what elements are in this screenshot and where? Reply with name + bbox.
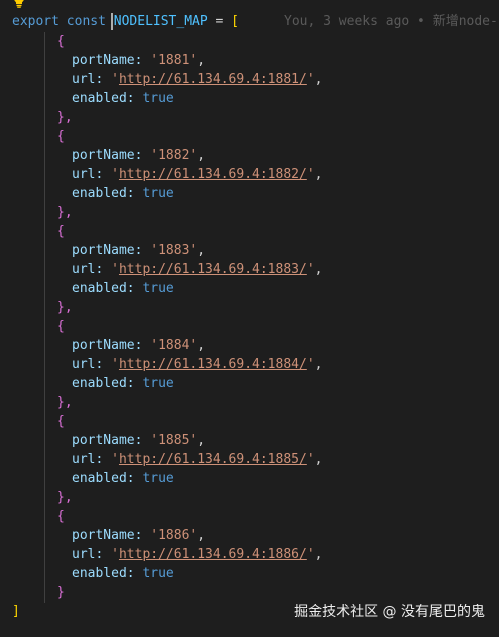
url-link[interactable]: http://61.134.69.4:1883/ bbox=[119, 262, 307, 277]
open-brace: { bbox=[57, 319, 65, 334]
enabled-line: enabled: true bbox=[72, 184, 174, 203]
url-line: url: 'http://61.134.69.4:1883/', bbox=[72, 262, 323, 277]
port-value: '1886' bbox=[150, 528, 198, 543]
url-link[interactable]: http://61.134.69.4:1881/ bbox=[119, 72, 307, 87]
port-line: portName: '1885', bbox=[72, 433, 206, 448]
enabled-key: enabled: bbox=[72, 91, 135, 106]
url-line: url: 'http://61.134.69.4:1882/', bbox=[72, 167, 323, 182]
enabled-line: enabled: true bbox=[72, 89, 174, 108]
enabled-key: enabled: bbox=[72, 281, 135, 296]
keyword-const: const bbox=[66, 14, 106, 29]
port-line: portName: '1886', bbox=[72, 528, 206, 543]
url-line: url: 'http://61.134.69.4:1885/', bbox=[72, 452, 323, 467]
close-brace: }, bbox=[57, 110, 73, 125]
url-key: url: bbox=[72, 167, 104, 182]
url-key: url: bbox=[72, 452, 104, 467]
code-line-declaration: export const NODELIST_MAP = [ bbox=[12, 12, 239, 31]
enabled-value: true bbox=[142, 186, 174, 201]
enabled-line: enabled: true bbox=[72, 564, 174, 583]
port-value: '1882' bbox=[150, 148, 198, 163]
port-key: portName: bbox=[72, 338, 143, 353]
open-bracket: [ bbox=[231, 14, 239, 29]
equals-operator: = bbox=[215, 14, 224, 29]
url-link[interactable]: http://61.134.69.4:1886/ bbox=[119, 547, 307, 562]
enabled-line: enabled: true bbox=[72, 374, 174, 393]
enabled-line: enabled: true bbox=[72, 469, 174, 488]
port-line: portName: '1884', bbox=[72, 338, 206, 353]
open-brace: { bbox=[57, 509, 65, 524]
watermark: 掘金技术社区 @ 没有尾巴的鬼 bbox=[294, 604, 485, 620]
port-key: portName: bbox=[72, 528, 143, 543]
enabled-key: enabled: bbox=[72, 376, 135, 391]
open-brace: { bbox=[57, 34, 65, 49]
close-brace: }, bbox=[57, 205, 73, 220]
close-brace: }, bbox=[57, 300, 73, 315]
lightbulb-icon[interactable] bbox=[13, 0, 25, 8]
port-line: portName: '1881', bbox=[72, 53, 206, 68]
identifier-nodelist-map: NODELIST_MAP bbox=[113, 14, 208, 29]
port-key: portName: bbox=[72, 433, 143, 448]
enabled-key: enabled: bbox=[72, 186, 135, 201]
enabled-value: true bbox=[142, 91, 174, 106]
url-key: url: bbox=[72, 547, 104, 562]
port-line: portName: '1883', bbox=[72, 243, 206, 258]
port-value: '1884' bbox=[150, 338, 198, 353]
keyword-export: export bbox=[12, 14, 59, 29]
port-key: portName: bbox=[72, 148, 143, 163]
open-brace: { bbox=[57, 414, 65, 429]
url-key: url: bbox=[72, 262, 104, 277]
enabled-value: true bbox=[142, 566, 174, 581]
enabled-value: true bbox=[142, 281, 174, 296]
url-key: url: bbox=[72, 72, 104, 87]
port-value: '1881' bbox=[150, 53, 198, 68]
url-line: url: 'http://61.134.69.4:1884/', bbox=[72, 357, 323, 372]
port-key: portName: bbox=[72, 53, 143, 68]
enabled-key: enabled: bbox=[72, 471, 135, 486]
enabled-key: enabled: bbox=[72, 566, 135, 581]
close-brace: }, bbox=[57, 395, 73, 410]
url-line: url: 'http://61.134.69.4:1886/', bbox=[72, 547, 323, 562]
url-line: url: 'http://61.134.69.4:1881/', bbox=[72, 72, 323, 87]
url-link[interactable]: http://61.134.69.4:1882/ bbox=[119, 167, 307, 182]
open-brace: { bbox=[57, 224, 65, 239]
close-brace: } bbox=[57, 585, 65, 600]
port-key: portName: bbox=[72, 243, 143, 258]
enabled-line: enabled: true bbox=[72, 279, 174, 298]
close-brace: }, bbox=[57, 490, 73, 505]
url-key: url: bbox=[72, 357, 104, 372]
closing-bracket: ] bbox=[12, 604, 20, 619]
text-cursor bbox=[111, 13, 113, 30]
open-brace: { bbox=[57, 129, 65, 144]
enabled-value: true bbox=[142, 376, 174, 391]
enabled-value: true bbox=[142, 471, 174, 486]
port-line: portName: '1882', bbox=[72, 148, 206, 163]
url-link[interactable]: http://61.134.69.4:1885/ bbox=[119, 452, 307, 467]
port-value: '1885' bbox=[150, 433, 198, 448]
indent-guide bbox=[44, 32, 45, 603]
code-editor[interactable]: export const NODELIST_MAP = [ You, 3 wee… bbox=[0, 0, 499, 637]
git-blame-annotation: You, 3 weeks ago • 新增node- bbox=[284, 14, 498, 29]
url-link[interactable]: http://61.134.69.4:1884/ bbox=[119, 357, 307, 372]
port-value: '1883' bbox=[150, 243, 198, 258]
